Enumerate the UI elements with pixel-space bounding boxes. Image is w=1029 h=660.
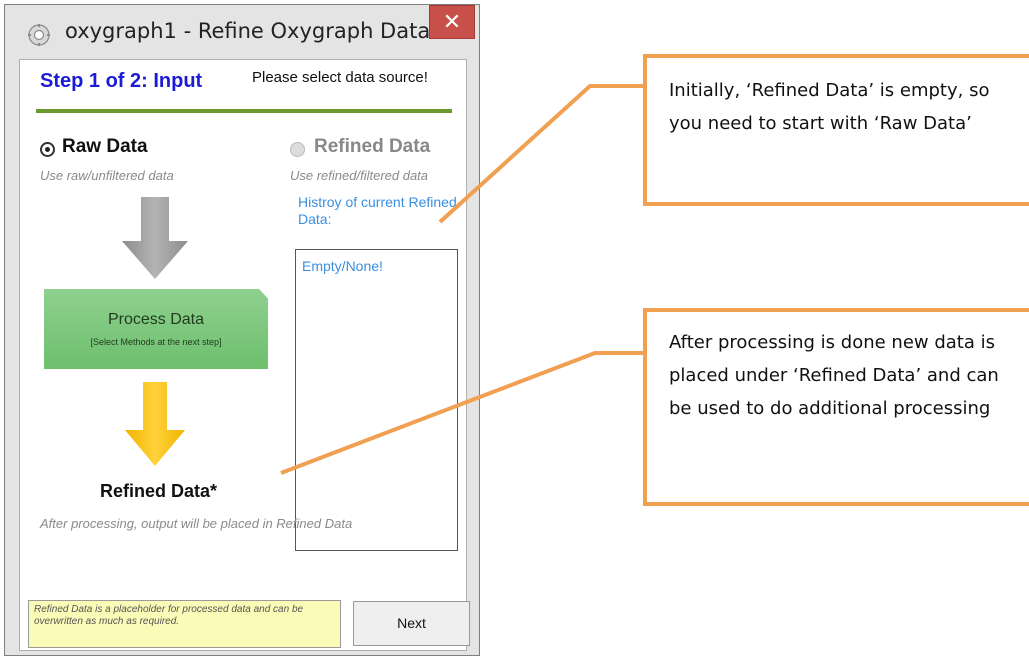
callout-refined-empty: Initially, ‘Refined Data’ is empty, so y…: [643, 54, 1029, 206]
callout-leader-1: [438, 84, 643, 224]
callout-after-processing: After processing is done new data is pla…: [643, 308, 1029, 506]
callout-leader-2: [280, 351, 643, 475]
